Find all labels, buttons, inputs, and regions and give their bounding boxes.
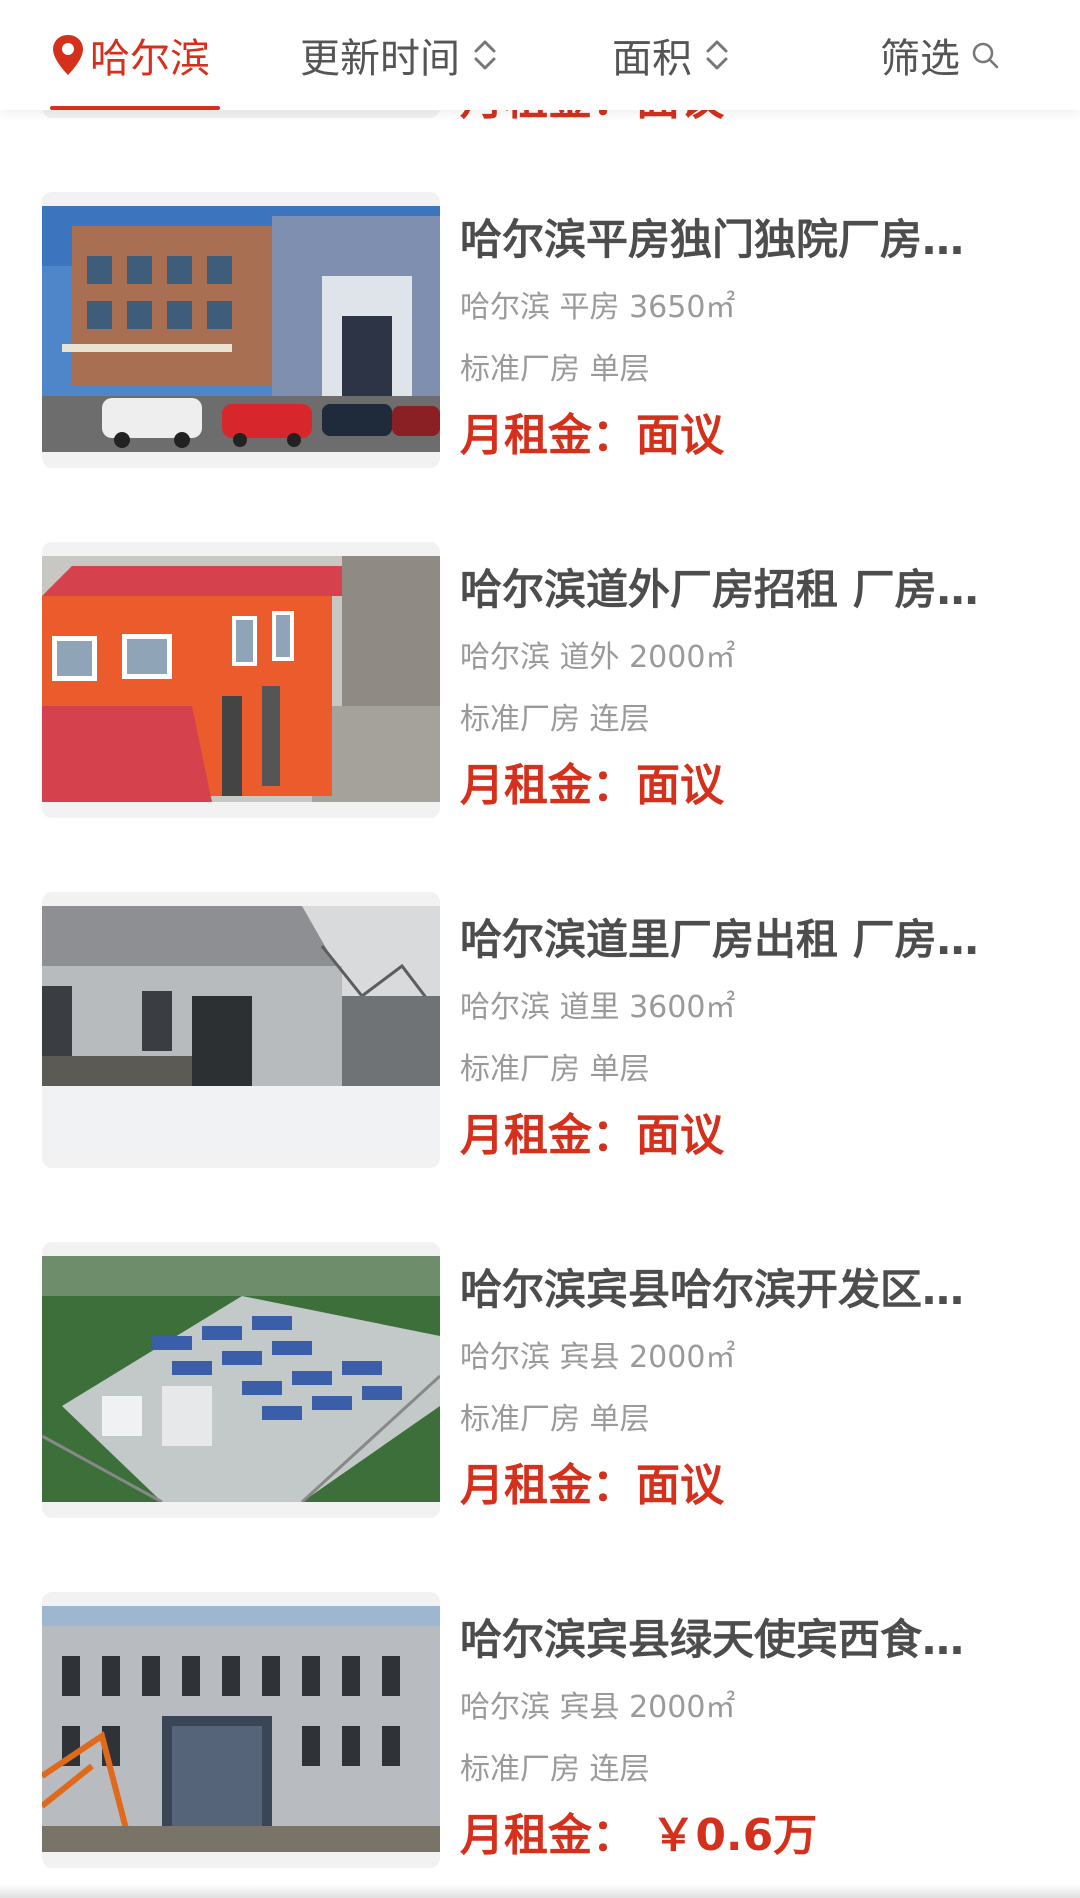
listing-thumbnail[interactable] bbox=[42, 1242, 440, 1518]
listing-title[interactable]: 哈尔滨道里厂房出租 厂房… bbox=[460, 914, 1020, 966]
sort-updown-icon bbox=[474, 40, 496, 70]
filter-label: 筛选 bbox=[880, 36, 960, 82]
listing-type: 标准厂房 连层 bbox=[460, 702, 650, 737]
listing-thumbnail[interactable] bbox=[42, 1592, 440, 1868]
listing-type: 标准厂房 单层 bbox=[460, 1402, 650, 1437]
listing-thumbnail[interactable] bbox=[42, 542, 440, 818]
list-item[interactable]: 哈尔滨道里厂房出租 厂房… 哈尔滨 道里 3600㎡ 标准厂房 单层 月租金：面… bbox=[0, 892, 1080, 1242]
industrial-park-photo-icon bbox=[42, 1256, 440, 1502]
bottom-edge-shadow bbox=[0, 1884, 1080, 1898]
listing-location-area: 哈尔滨 道里 3600㎡ bbox=[460, 990, 736, 1025]
listing-rent: 月租金：面议 bbox=[460, 760, 724, 811]
list-item[interactable]: 哈尔滨宾县哈尔滨开发区… 哈尔滨 宾县 2000㎡ 标准厂房 单层 月租金：面议 bbox=[0, 1242, 1080, 1592]
listing-thumbnail[interactable] bbox=[42, 192, 440, 468]
sort-area[interactable]: 面积 bbox=[612, 0, 730, 110]
list-item[interactable]: 哈尔滨平房独门独院厂房… 哈尔滨 平房 3650㎡ 标准厂房 单层 月租金：面议 bbox=[0, 192, 1080, 542]
listing-type: 标准厂房 连层 bbox=[460, 1752, 650, 1787]
listing-title[interactable]: 哈尔滨宾县哈尔滨开发区… bbox=[460, 1264, 1020, 1316]
sort-update-time-label: 更新时间 bbox=[300, 36, 460, 82]
listing-title[interactable]: 哈尔滨平房独门独院厂房… bbox=[460, 214, 1020, 266]
listing-rent: 月租金：面议 bbox=[460, 1460, 724, 1511]
listing-page: 月租金：面议 哈尔滨 更新时间 面积 筛选 bbox=[0, 0, 1080, 1898]
listing-type: 标准厂房 单层 bbox=[460, 352, 650, 387]
city-tab-indicator bbox=[50, 106, 220, 110]
search-icon bbox=[972, 42, 999, 69]
location-pin-icon bbox=[53, 35, 83, 75]
listing-title[interactable]: 哈尔滨宾县绿天使宾西食… bbox=[460, 1614, 1020, 1666]
listing-list: 哈尔滨平房独门独院厂房… 哈尔滨 平房 3650㎡ 标准厂房 单层 月租金：面议 bbox=[0, 192, 1080, 1898]
city-label: 哈尔滨 bbox=[90, 36, 210, 82]
factory-photo-icon bbox=[42, 206, 440, 452]
sort-update-time[interactable]: 更新时间 bbox=[300, 0, 498, 110]
listing-thumbnail[interactable] bbox=[42, 892, 440, 1168]
sort-updown-icon bbox=[706, 40, 728, 70]
building-photo-icon bbox=[42, 556, 440, 802]
concrete-building-photo-icon bbox=[42, 1606, 440, 1852]
city-selector[interactable]: 哈尔滨 bbox=[50, 0, 210, 110]
listing-rent: 月租金：面议 bbox=[460, 410, 724, 461]
listing-location-area: 哈尔滨 宾县 2000㎡ bbox=[460, 1340, 736, 1375]
listing-rent: 月租金：面议 bbox=[460, 1110, 724, 1161]
filter-button[interactable]: 筛选 bbox=[880, 0, 1000, 110]
list-item[interactable]: 哈尔滨宾县绿天使宾西食… 哈尔滨 宾县 2000㎡ 标准厂房 连层 月租金： ￥… bbox=[0, 1592, 1080, 1898]
listing-title[interactable]: 哈尔滨道外厂房招租 厂房… bbox=[460, 564, 1020, 616]
sort-area-label: 面积 bbox=[612, 36, 692, 82]
listing-location-area: 哈尔滨 宾县 2000㎡ bbox=[460, 1690, 736, 1725]
listing-type: 标准厂房 单层 bbox=[460, 1052, 650, 1087]
list-item[interactable]: 哈尔滨道外厂房招租 厂房… 哈尔滨 道外 2000㎡ 标准厂房 连层 月租金：面… bbox=[0, 542, 1080, 892]
listing-rent: 月租金： ￥0.6万 bbox=[460, 1810, 818, 1861]
warehouse-photo-icon bbox=[42, 906, 440, 1152]
listing-location-area: 哈尔滨 道外 2000㎡ bbox=[460, 640, 736, 675]
listing-location-area: 哈尔滨 平房 3650㎡ bbox=[460, 290, 736, 325]
filter-bar: 哈尔滨 更新时间 面积 筛选 bbox=[0, 0, 1080, 110]
